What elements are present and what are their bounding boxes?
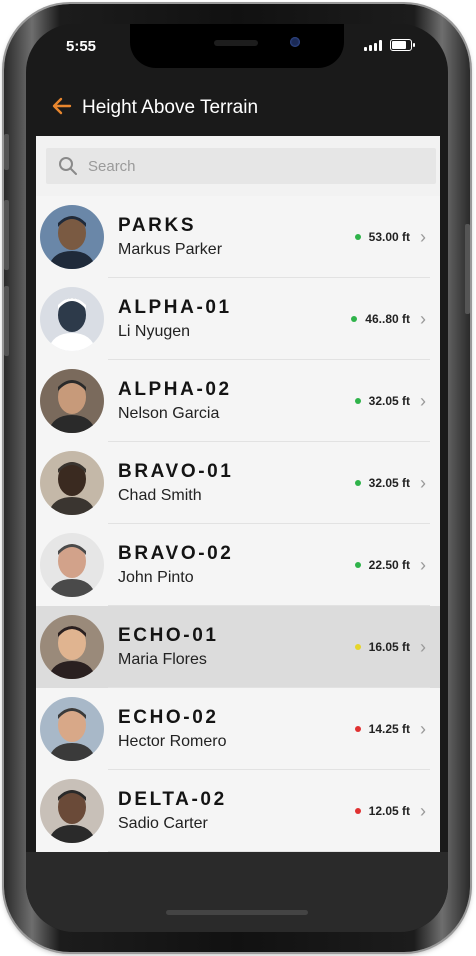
- back-arrow-icon[interactable]: [52, 96, 74, 120]
- height-value: 46..80 ft: [365, 312, 410, 326]
- height-reading: 32.05 ft ›: [354, 474, 426, 492]
- height-value: 32.05 ft: [368, 476, 410, 490]
- power-button: [465, 224, 470, 314]
- chevron-right-icon[interactable]: ›: [420, 310, 426, 328]
- volume-down-button: [4, 286, 9, 356]
- avatar: [40, 533, 104, 597]
- callsign: ECHO-01: [118, 625, 219, 646]
- chevron-right-icon[interactable]: ›: [420, 638, 426, 656]
- team-list: PARKS Markus Parker 53.00 ft › ALPHA-01 …: [36, 196, 440, 852]
- height-reading: 12.05 ft ›: [354, 802, 426, 820]
- list-item[interactable]: DELTA-02 Sadio Carter 12.05 ft ›: [36, 770, 440, 852]
- member-info: ALPHA-02 Nelson Garcia: [118, 379, 355, 423]
- member-name: Li Nyugen: [118, 323, 191, 340]
- status-dot-icon: [351, 316, 358, 322]
- avatar: [40, 779, 104, 843]
- speaker: [214, 40, 258, 46]
- height-reading: 46..80 ft ›: [351, 310, 426, 328]
- member-name: Sadio Carter: [118, 815, 208, 832]
- phone-frame: 5:55 Height Above Terrain Search PARKS M…: [4, 4, 470, 952]
- height-value: 53.00 ft: [368, 230, 410, 244]
- height-value: 32.05 ft: [368, 394, 410, 408]
- height-reading: 16.05 ft ›: [354, 638, 426, 656]
- list-item[interactable]: ECHO-01 Maria Flores 16.05 ft ›: [36, 606, 440, 688]
- height-reading: 22.50 ft ›: [354, 556, 426, 574]
- callsign: ALPHA-01: [118, 297, 232, 318]
- callsign: PARKS: [118, 215, 197, 236]
- member-info: BRAVO-02 John Pinto: [118, 543, 355, 587]
- status-dot-icon: [354, 480, 361, 486]
- avatar: [40, 615, 104, 679]
- page-title: Height Above Terrain: [82, 97, 259, 118]
- member-info: PARKS Markus Parker: [118, 215, 355, 259]
- member-name: Maria Flores: [118, 651, 207, 668]
- status-dot-icon: [354, 644, 361, 650]
- list-item[interactable]: BRAVO-02 John Pinto 22.50 ft ›: [36, 524, 440, 606]
- callsign: BRAVO-02: [118, 543, 234, 564]
- bottom-bar: [26, 852, 448, 932]
- status-icons: [364, 39, 415, 51]
- list-item[interactable]: BRAVO-01 Chad Smith 32.05 ft ›: [36, 442, 440, 524]
- chevron-right-icon[interactable]: ›: [420, 802, 426, 820]
- chevron-right-icon[interactable]: ›: [420, 392, 426, 410]
- search-input[interactable]: Search: [46, 148, 436, 184]
- notch: [130, 24, 344, 68]
- search-icon: [59, 157, 77, 175]
- member-name: Markus Parker: [118, 241, 223, 258]
- status-time: 5:55: [66, 38, 97, 55]
- avatar: [40, 697, 104, 761]
- avatar: [40, 451, 104, 515]
- member-name: Chad Smith: [118, 487, 202, 504]
- status-dot-icon: [354, 562, 361, 568]
- height-reading: 14.25 ft ›: [354, 720, 426, 738]
- member-info: DELTA-02 Sadio Carter: [118, 789, 355, 833]
- status-dot-icon: [354, 726, 361, 732]
- height-value: 12.05 ft: [368, 804, 410, 818]
- app-header: Height Above Terrain: [26, 80, 448, 136]
- chevron-right-icon[interactable]: ›: [420, 474, 426, 492]
- member-name: John Pinto: [118, 569, 194, 586]
- status-dot-icon: [354, 398, 361, 404]
- chevron-right-icon[interactable]: ›: [420, 556, 426, 574]
- list-item[interactable]: ECHO-02 Hector Romero 14.25 ft ›: [36, 688, 440, 770]
- avatar: [40, 287, 104, 351]
- callsign: ECHO-02: [118, 707, 219, 728]
- height-value: 22.50 ft: [368, 558, 410, 572]
- member-name: Hector Romero: [118, 733, 227, 750]
- main-content: Search PARKS Markus Parker 53.00 ft › AL…: [36, 136, 440, 852]
- height-value: 16.05 ft: [368, 640, 410, 654]
- home-indicator[interactable]: [166, 910, 308, 915]
- callsign: BRAVO-01: [118, 461, 234, 482]
- chevron-right-icon[interactable]: ›: [420, 720, 426, 738]
- volume-up-button: [4, 200, 9, 270]
- avatar: [40, 369, 104, 433]
- list-item[interactable]: ALPHA-01 Li Nyugen 46..80 ft ›: [36, 278, 440, 360]
- avatar: [40, 205, 104, 269]
- list-item[interactable]: PARKS Markus Parker 53.00 ft ›: [36, 196, 440, 278]
- battery-icon: [390, 39, 415, 51]
- height-reading: 53.00 ft ›: [354, 228, 426, 246]
- member-info: ECHO-02 Hector Romero: [118, 707, 355, 751]
- status-dot-icon: [354, 808, 361, 814]
- member-info: ECHO-01 Maria Flores: [118, 625, 355, 669]
- list-item[interactable]: ALPHA-02 Nelson Garcia 32.05 ft ›: [36, 360, 440, 442]
- member-info: ALPHA-01 Li Nyugen: [118, 297, 351, 341]
- signal-icon: [364, 39, 382, 51]
- front-camera: [290, 37, 300, 47]
- status-dot-icon: [354, 234, 361, 240]
- member-info: BRAVO-01 Chad Smith: [118, 461, 355, 505]
- height-reading: 32.05 ft ›: [354, 392, 426, 410]
- callsign: DELTA-02: [118, 789, 227, 810]
- search-placeholder: Search: [88, 157, 136, 175]
- height-value: 14.25 ft: [368, 722, 410, 736]
- chevron-right-icon[interactable]: ›: [420, 228, 426, 246]
- member-name: Nelson Garcia: [118, 405, 220, 422]
- callsign: ALPHA-02: [118, 379, 232, 400]
- screen: 5:55 Height Above Terrain Search PARKS M…: [26, 24, 448, 932]
- mute-switch: [4, 134, 9, 170]
